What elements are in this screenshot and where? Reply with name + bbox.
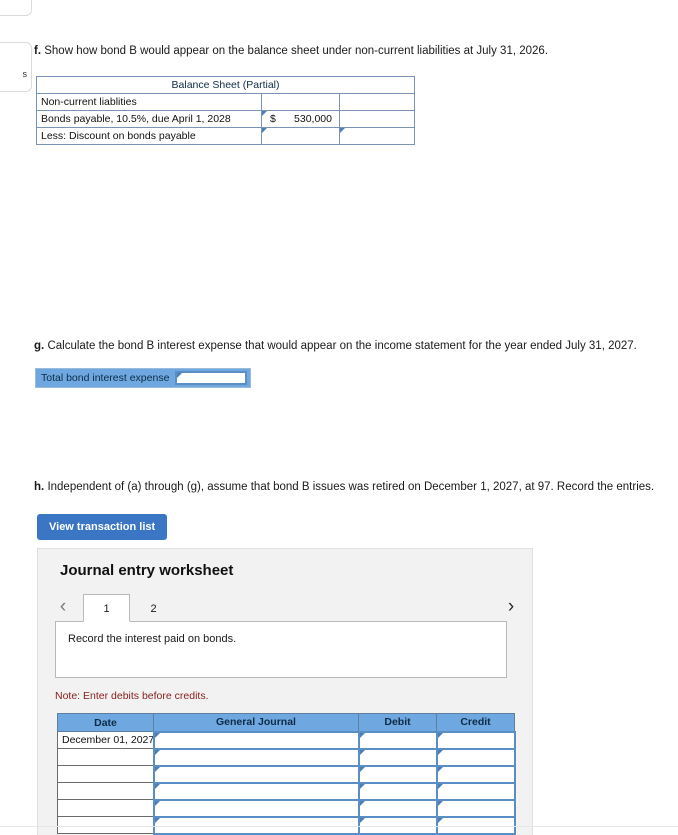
chevron-left-icon[interactable]: ‹: [54, 596, 72, 618]
table-row: [57, 815, 516, 835]
journal-entry-table: Date General Journal Debit Credit Decemb…: [57, 713, 516, 835]
journal-header-general-journal: General Journal: [153, 713, 359, 732]
worksheet-instruction-text: Record the interest paid on bonds.: [68, 633, 237, 645]
total-bond-interest-expense-input[interactable]: [175, 371, 248, 385]
table-row: December 01, 2027: [57, 730, 516, 750]
page-root: s f. Show how bond B would appear on the…: [0, 0, 678, 835]
balance-sheet-title: Balance Sheet (Partial): [35, 76, 416, 94]
journal-header-credit: Credit: [436, 713, 515, 732]
journal-account-cell[interactable]: [152, 747, 360, 767]
table-row: [57, 764, 516, 784]
debits-before-credits-note: Note: Enter debits before credits.: [55, 690, 209, 702]
journal-header-debit: Debit: [358, 713, 437, 732]
clipped-panel-middle: s: [0, 42, 32, 92]
balance-sheet-row-label: Non-current liablities: [36, 93, 262, 111]
journal-credit-cell[interactable]: [435, 764, 516, 784]
balance-sheet-amount-value: 530,000: [294, 113, 332, 125]
table-row: Less: Discount on bonds payable: [36, 127, 416, 145]
journal-debit-cell[interactable]: [357, 781, 438, 801]
journal-account-cell[interactable]: [152, 730, 360, 750]
journal-credit-cell[interactable]: [435, 781, 516, 801]
clipped-panel-top: [0, 0, 32, 16]
balance-sheet-header-row: Balance Sheet (Partial): [35, 76, 416, 94]
balance-sheet-table: Balance Sheet (Partial) Non-current liab…: [35, 76, 416, 145]
total-bond-interest-expense-widget: Total bond interest expense: [35, 368, 252, 388]
page-bottom-divider: [0, 826, 678, 827]
worksheet-title: Journal entry worksheet: [60, 562, 234, 579]
question-f-text: Show how bond B would appear on the bala…: [44, 45, 549, 57]
balance-sheet-row-extra: [338, 110, 416, 128]
question-f-prompt: f. Show how bond B would appear on the b…: [34, 44, 548, 60]
journal-debit-cell[interactable]: [357, 747, 438, 767]
table-row: [57, 747, 516, 767]
table-row: [57, 798, 516, 818]
journal-account-cell[interactable]: [152, 798, 360, 818]
question-g-prompt: g. Calculate the bond B interest expense…: [34, 339, 637, 355]
worksheet-instruction-box: Record the interest paid on bonds.: [55, 621, 507, 678]
journal-header-row: Date General Journal Debit Credit: [57, 713, 515, 732]
journal-entry-worksheet-panel: Journal entry worksheet ‹ 1 2 › Record t…: [37, 548, 533, 835]
journal-debit-cell[interactable]: [357, 798, 438, 818]
question-h-marker: h.: [34, 481, 45, 493]
table-row: [57, 781, 516, 801]
question-h-text: Independent of (a) through (g), assume t…: [47, 481, 655, 493]
journal-credit-cell[interactable]: [435, 815, 516, 835]
table-row: Bonds payable, 10.5%, due April 1, 2028 …: [36, 110, 416, 128]
clipped-panel-text: s: [22, 69, 28, 79]
journal-account-cell[interactable]: [152, 781, 360, 801]
journal-debit-cell[interactable]: [357, 730, 438, 750]
journal-debit-cell[interactable]: [357, 815, 438, 835]
worksheet-tab-1[interactable]: 1: [83, 594, 130, 622]
question-g-marker: g.: [34, 340, 45, 352]
discount-input-cell[interactable]: [261, 127, 340, 145]
journal-date-cell[interactable]: [57, 765, 154, 783]
total-bond-interest-expense-label: Total bond interest expense: [36, 369, 175, 387]
view-transaction-list-button[interactable]: View transaction list: [37, 514, 168, 540]
balance-sheet-row-label: Bonds payable, 10.5%, due April 1, 2028: [36, 110, 262, 128]
journal-account-cell[interactable]: [152, 764, 360, 784]
journal-credit-cell[interactable]: [435, 747, 516, 767]
journal-date-cell[interactable]: [57, 748, 154, 766]
balance-sheet-row-label: Less: Discount on bonds payable: [36, 127, 262, 145]
table-row: Non-current liablities: [36, 93, 416, 111]
worksheet-tab-2[interactable]: 2: [130, 594, 177, 622]
currency-symbol: $: [270, 113, 276, 125]
question-f-marker: f.: [34, 45, 42, 57]
journal-date-cell[interactable]: [57, 782, 154, 800]
discount-total-cell[interactable]: [338, 127, 416, 145]
question-h-prompt: h. Independent of (a) through (g), assum…: [34, 480, 654, 496]
journal-credit-cell[interactable]: [435, 730, 516, 750]
journal-date-cell[interactable]: December 01, 2027: [57, 731, 154, 749]
journal-account-cell[interactable]: [152, 815, 360, 835]
worksheet-tab-strip: ‹ 1 2 ›: [54, 594, 522, 622]
journal-header-date: Date: [57, 713, 154, 732]
journal-credit-cell[interactable]: [435, 798, 516, 818]
journal-date-cell[interactable]: [57, 816, 154, 834]
question-g-text: Calculate the bond B interest expense th…: [47, 340, 637, 352]
balance-sheet-row-extra: [338, 93, 416, 111]
balance-sheet-amount-cell[interactable]: $ 530,000: [261, 110, 340, 128]
journal-date-cell[interactable]: [57, 799, 154, 817]
chevron-right-icon[interactable]: ›: [502, 596, 520, 618]
journal-debit-cell[interactable]: [357, 764, 438, 784]
balance-sheet-row-amount: [261, 93, 340, 111]
